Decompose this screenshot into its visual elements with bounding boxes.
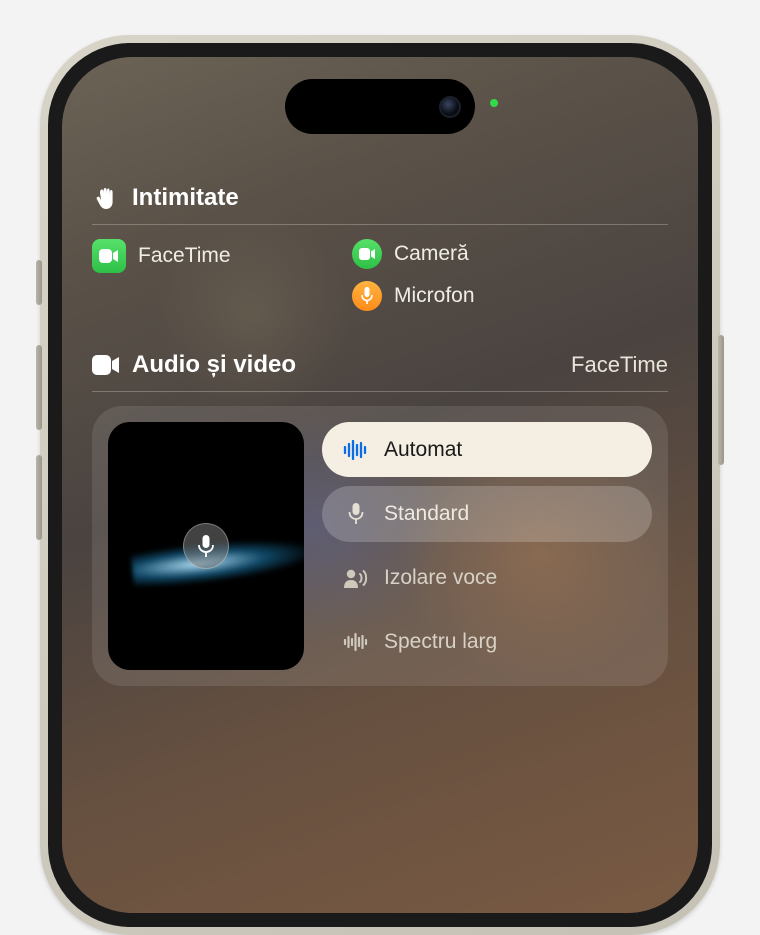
phone-screen: Intimitate FaceTime <box>62 57 698 913</box>
av-app-label: FaceTime <box>571 352 668 378</box>
voice-isolation-icon <box>342 567 370 589</box>
microphone-sensor-icon <box>352 281 382 311</box>
privacy-app-facetime[interactable]: FaceTime <box>92 239 312 273</box>
camera-active-indicator-icon <box>490 99 498 107</box>
camera-sensor-icon <box>352 239 382 269</box>
mic-mode-voice-isolation[interactable]: Izolare voce <box>322 551 652 606</box>
mic-mode-label: Izolare voce <box>384 566 497 590</box>
hand-icon <box>92 185 120 211</box>
side-button-power <box>718 335 724 465</box>
privacy-title: Intimitate <box>132 184 239 212</box>
phone-device-frame: Intimitate FaceTime <box>40 35 720 935</box>
av-preview-thumbnail[interactable] <box>108 422 304 670</box>
privacy-section-header: Intimitate <box>92 184 668 224</box>
mic-icon <box>342 502 370 526</box>
divider <box>92 224 668 225</box>
mic-mode-label: Standard <box>384 502 469 526</box>
side-button-volume-up <box>36 345 42 430</box>
video-icon <box>92 355 120 375</box>
front-camera-lens <box>439 96 461 118</box>
facetime-app-icon <box>92 239 126 273</box>
mic-mode-automatic[interactable]: Automat <box>322 422 652 477</box>
dynamic-island[interactable] <box>285 79 475 134</box>
privacy-sensor-label: Cameră <box>394 242 469 266</box>
mic-mode-label: Automat <box>384 438 462 462</box>
privacy-indicators-row: FaceTime Cameră <box>92 239 668 311</box>
privacy-sensor-microphone[interactable]: Microfon <box>352 281 475 311</box>
waveform-auto-icon <box>342 440 370 460</box>
av-title: Audio și video <box>132 351 296 379</box>
mic-mode-label: Spectru larg <box>384 630 497 654</box>
mic-mode-wide-spectrum[interactable]: Spectru larg <box>322 615 652 670</box>
mic-mode-options: Automat Standard <box>322 422 652 670</box>
preview-mic-button[interactable] <box>183 523 229 569</box>
privacy-app-label: FaceTime <box>138 244 231 268</box>
wide-spectrum-icon <box>342 632 370 652</box>
privacy-sensor-label: Microfon <box>394 284 475 308</box>
phone-bezel: Intimitate FaceTime <box>48 43 712 927</box>
side-button-silent <box>36 260 42 305</box>
mic-mode-standard[interactable]: Standard <box>322 486 652 541</box>
privacy-sensor-camera[interactable]: Cameră <box>352 239 475 269</box>
side-button-volume-down <box>36 455 42 540</box>
av-section-header: Audio și video FaceTime <box>92 351 668 391</box>
divider <box>92 391 668 392</box>
av-control-panel: Automat Standard <box>92 406 668 686</box>
